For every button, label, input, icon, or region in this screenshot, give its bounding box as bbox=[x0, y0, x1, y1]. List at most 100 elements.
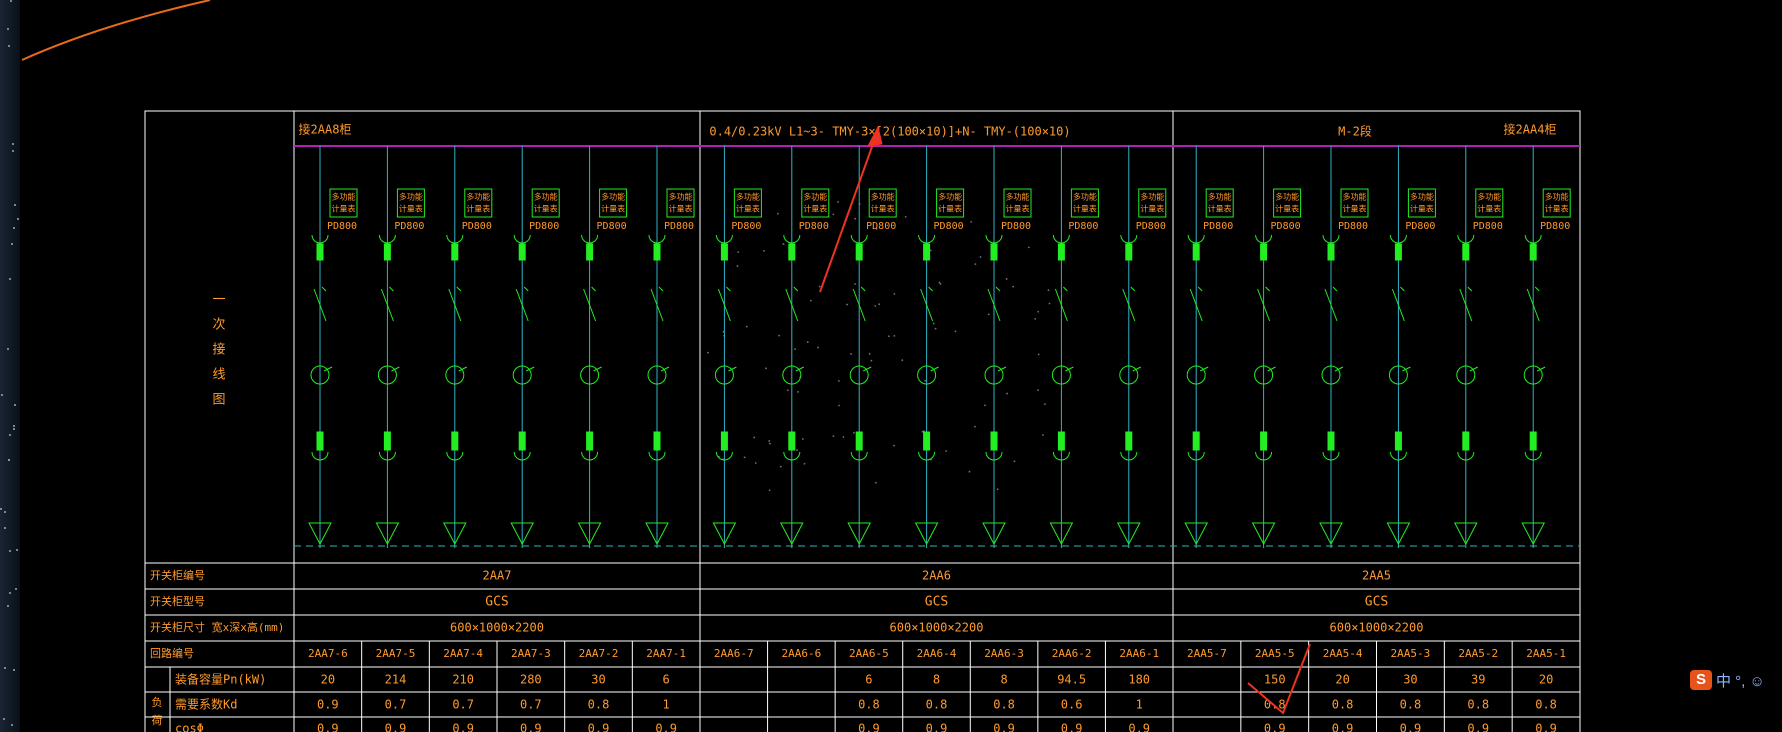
noise-speck bbox=[1037, 311, 1039, 313]
cabinet-size: 600×1000×2200 bbox=[890, 621, 984, 635]
cos-value: 0.9 bbox=[588, 722, 610, 732]
breaker-model-label: PD800 bbox=[597, 221, 627, 232]
noise-speck bbox=[1014, 460, 1016, 462]
meter-label: 多功能 bbox=[1275, 192, 1299, 202]
fuse-icon bbox=[1530, 244, 1536, 260]
noise-speck bbox=[1034, 318, 1036, 320]
noise-speck bbox=[778, 335, 780, 337]
noise-speck bbox=[933, 323, 935, 325]
circuit-id: 2AA6-5 bbox=[849, 647, 889, 660]
noise-speck bbox=[901, 359, 903, 361]
noise-speck bbox=[777, 213, 779, 215]
noise-speck bbox=[930, 250, 932, 252]
noise-speck bbox=[838, 405, 840, 407]
noise-speck bbox=[1006, 278, 1008, 280]
noise-speck bbox=[1044, 403, 1046, 405]
fuse-icon bbox=[1395, 244, 1401, 260]
kd-value: 0.8 bbox=[926, 698, 948, 712]
breaker-model-label: PD800 bbox=[1540, 221, 1570, 232]
schematic-canvas[interactable]: 接2AA8柜 0.4/0.23kV L1~3- TMY-3×[2(100×10)]… bbox=[0, 0, 1782, 732]
noise-speck bbox=[763, 250, 765, 252]
noise-speck bbox=[939, 282, 941, 284]
switch-contact-mark bbox=[1266, 287, 1270, 291]
breaker-model-label: PD800 bbox=[1405, 221, 1435, 232]
switch-contact-mark bbox=[726, 287, 730, 291]
meter-label: 计量表 bbox=[669, 204, 693, 214]
fuse-icon bbox=[317, 432, 323, 450]
meter-label: 多功能 bbox=[1545, 192, 1569, 202]
noise-speck bbox=[974, 263, 976, 265]
breaker-model-label: PD800 bbox=[1068, 221, 1098, 232]
noise-speck bbox=[870, 360, 872, 362]
ime-logo-icon[interactable]: S bbox=[1690, 670, 1712, 690]
kd-value: 0.8 bbox=[993, 698, 1015, 712]
kd-value: 0.6 bbox=[1061, 698, 1083, 712]
meter-label: 计量表 bbox=[466, 204, 490, 214]
circuit-id: 2AA5-7 bbox=[1187, 647, 1227, 660]
meter-label: 多功能 bbox=[669, 192, 693, 202]
row-label: 装备容量Pn(kW) bbox=[175, 672, 266, 687]
cabinet-number: 2AA5 bbox=[1362, 569, 1391, 583]
noise-speck bbox=[893, 293, 895, 295]
cos-value: 0.9 bbox=[1400, 722, 1422, 732]
switch-contact-mark bbox=[794, 287, 798, 291]
capacity-value: 8 bbox=[933, 673, 940, 687]
meter-label: 计量表 bbox=[871, 204, 895, 214]
switch-contact-mark bbox=[1198, 287, 1202, 291]
noise-speck bbox=[1048, 289, 1050, 291]
kd-value: 0.8 bbox=[858, 698, 880, 712]
meter-label: 多功能 bbox=[332, 192, 356, 202]
capacity-value: 30 bbox=[1403, 673, 1417, 687]
meter-label: 计量表 bbox=[534, 204, 558, 214]
cos-value: 0.9 bbox=[1061, 722, 1083, 732]
noise-speck bbox=[787, 389, 789, 391]
fuse-icon bbox=[587, 432, 593, 450]
noise-speck bbox=[854, 218, 856, 220]
meter-label: 计量表 bbox=[1140, 204, 1164, 214]
kd-value: 0.7 bbox=[452, 698, 474, 712]
fuse-icon bbox=[924, 432, 930, 450]
noise-speck bbox=[874, 305, 876, 307]
bus-center-label: 0.4/0.23kV L1~3- TMY-3×[2(100×10)]+N- TM… bbox=[709, 125, 1070, 139]
noise-speck bbox=[780, 466, 782, 468]
circuit-id: 2AA5-4 bbox=[1323, 647, 1363, 660]
row-label: 荷 bbox=[152, 714, 163, 727]
noise-speck bbox=[869, 353, 871, 355]
meter-label: 计量表 bbox=[1410, 204, 1434, 214]
side-title-char: 图 bbox=[212, 393, 225, 408]
meter-label: 多功能 bbox=[399, 192, 423, 202]
switch-contact-mark bbox=[659, 287, 663, 291]
noise-speck bbox=[838, 380, 840, 382]
switch-contact-mark bbox=[996, 287, 1000, 291]
meter-label: 多功能 bbox=[1140, 192, 1164, 202]
kd-value: 0.9 bbox=[317, 698, 339, 712]
noise-speck bbox=[802, 438, 804, 440]
meter-label: 多功能 bbox=[1208, 192, 1232, 202]
fuse-icon bbox=[856, 244, 862, 260]
breaker-model-label: PD800 bbox=[1136, 221, 1166, 232]
meter-label: 多功能 bbox=[803, 192, 827, 202]
breaker-model-label: PD800 bbox=[1001, 221, 1031, 232]
capacity-value: 20 bbox=[1335, 673, 1349, 687]
fuse-icon bbox=[452, 432, 458, 450]
kd-value: 0.7 bbox=[385, 698, 407, 712]
kd-value: 0.8 bbox=[1535, 698, 1557, 712]
meter-label: 计量表 bbox=[1073, 204, 1097, 214]
fuse-icon bbox=[1395, 432, 1401, 450]
noise-speck bbox=[807, 341, 809, 343]
cabinet-size: 600×1000×2200 bbox=[1330, 621, 1424, 635]
noise-speck bbox=[1012, 286, 1014, 288]
capacity-value: 6 bbox=[663, 673, 670, 687]
fuse-icon bbox=[1261, 244, 1267, 260]
fuse-icon bbox=[1126, 244, 1132, 260]
cos-value: 0.9 bbox=[520, 722, 542, 732]
noise-speck bbox=[1042, 434, 1044, 436]
cos-value: 0.9 bbox=[655, 722, 677, 732]
noise-speck bbox=[940, 283, 942, 285]
fuse-icon bbox=[317, 244, 323, 260]
circuit-id: 2AA7-6 bbox=[308, 647, 348, 660]
capacity-value: 94.5 bbox=[1057, 673, 1086, 687]
ime-toolbar[interactable]: S 中 °, ☺ bbox=[1690, 670, 1765, 690]
ime-status[interactable]: 中 °, ☺ bbox=[1716, 670, 1765, 691]
circuit-id: 2AA6-7 bbox=[714, 647, 754, 660]
